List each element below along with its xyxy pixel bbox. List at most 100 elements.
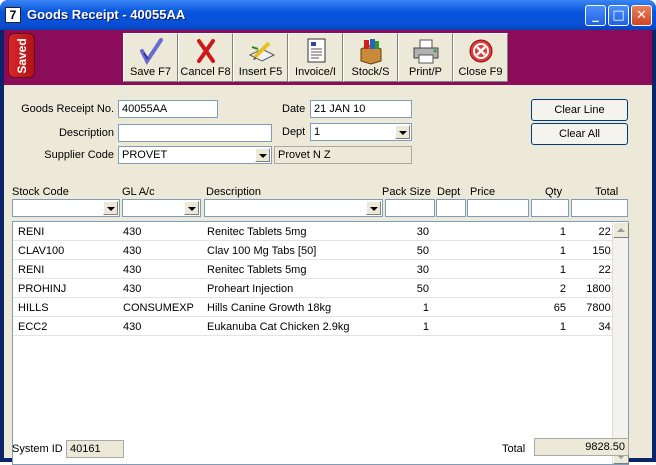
table-row[interactable]: CLAV100 430 Clav 100 Mg Tabs [50] 50 1 1… xyxy=(13,241,626,260)
print-button[interactable]: Print/P xyxy=(398,33,453,82)
col-gl: GL A/c xyxy=(122,186,155,198)
dept-label: Dept xyxy=(282,126,306,138)
scroll-up-icon[interactable] xyxy=(613,222,629,238)
window-title: Goods Receipt - 40055AA xyxy=(27,7,186,22)
filter-price[interactable] xyxy=(467,199,529,217)
filter-dept[interactable] xyxy=(436,199,466,217)
cell-gl: 430 xyxy=(123,283,142,295)
table-row[interactable]: RENI 430 Renitec Tablets 5mg 30 1 22.20 xyxy=(13,222,626,241)
filter-description[interactable] xyxy=(204,199,383,217)
chevron-down-icon[interactable] xyxy=(255,148,270,162)
col-stock-code: Stock Code xyxy=(12,186,69,198)
toolbar: Saved Save F7 Cancel F8 Insert F5 Invoic… xyxy=(4,30,652,85)
col-qty: Qty xyxy=(545,186,563,198)
system-id-label: System ID xyxy=(12,443,63,455)
title-bar[interactable]: 7 Goods Receipt - 40055AA _ □ ✕ xyxy=(0,0,656,30)
cancel-button[interactable]: Cancel F8 xyxy=(178,33,233,82)
date-label: Date xyxy=(282,103,306,115)
cell-gl: 430 xyxy=(123,245,142,257)
cell-description: Proheart Injection xyxy=(207,283,294,295)
description-field[interactable] xyxy=(118,124,272,142)
cell-qty: 1 xyxy=(559,245,566,257)
cell-qty: 1 xyxy=(559,321,566,333)
clear-all-button[interactable]: Clear All xyxy=(531,123,628,145)
cancel-button-label: Cancel F8 xyxy=(180,66,231,78)
chevron-down-icon[interactable] xyxy=(103,201,118,215)
invoice-button[interactable]: Invoice/I xyxy=(288,33,343,82)
chevron-down-icon[interactable] xyxy=(366,201,381,215)
table-row[interactable]: PROHINJ 430 Proheart Injection 50 2 1800… xyxy=(13,279,626,298)
cell-description: Clav 100 Mg Tabs [50] xyxy=(207,245,317,257)
stock-button-label: Stock/S xyxy=(351,66,390,78)
close-window-button[interactable]: ✕ xyxy=(631,5,652,26)
filter-pack-size[interactable] xyxy=(385,199,435,217)
stock-button[interactable]: Stock/S xyxy=(343,33,398,82)
chevron-down-icon[interactable] xyxy=(184,201,199,215)
checkmark-pen-icon xyxy=(139,38,163,65)
table-row[interactable]: HILLS CONSUMEXP Hills Canine Growth 18kg… xyxy=(13,298,626,317)
supplier-name-field: Provet N Z xyxy=(274,146,412,164)
close-button[interactable]: Close F9 xyxy=(453,33,508,82)
cell-pack-size: 1 xyxy=(422,321,429,333)
line-items-grid[interactable]: RENI 430 Renitec Tablets 5mg 30 1 22.20 … xyxy=(12,221,629,465)
col-pack-size: Pack Size xyxy=(382,186,431,198)
supplier-code-select[interactable]: PROVET xyxy=(118,146,272,164)
vertical-scrollbar[interactable] xyxy=(612,222,629,464)
dept-value: 1 xyxy=(314,126,321,138)
close-button-label: Close F9 xyxy=(458,66,503,78)
col-description: Description xyxy=(206,186,262,198)
save-button[interactable]: Save F7 xyxy=(123,33,178,82)
cell-pack-size: 30 xyxy=(416,264,429,276)
chevron-down-icon[interactable] xyxy=(395,125,410,139)
cell-qty: 1 xyxy=(559,226,566,238)
cell-description: Eukanuba Cat Chicken 2.9kg xyxy=(207,321,350,333)
save-button-label: Save F7 xyxy=(130,66,171,78)
clear-line-button[interactable]: Clear Line xyxy=(531,99,628,121)
cell-pack-size: 30 xyxy=(416,226,429,238)
filter-qty[interactable] xyxy=(531,199,569,217)
insert-pencil-icon xyxy=(248,41,275,62)
client-area: Saved Save F7 Cancel F8 Insert F5 Invoic… xyxy=(4,30,652,465)
cell-stock-code: RENI xyxy=(18,226,45,238)
description-label: Description xyxy=(58,127,114,139)
filter-stock-code[interactable] xyxy=(12,199,120,217)
app-icon: 7 xyxy=(5,7,21,23)
col-price: Price xyxy=(470,186,496,198)
cell-qty: 2 xyxy=(559,283,566,295)
maximize-button[interactable]: □ xyxy=(608,5,629,26)
insert-button-label: Insert F5 xyxy=(238,66,283,78)
cell-stock-code: RENI xyxy=(18,264,45,276)
supplier-code-value: PROVET xyxy=(122,149,168,161)
date-field[interactable]: 21 JAN 10 xyxy=(310,100,412,118)
print-button-label: Print/P xyxy=(408,66,442,78)
filter-total[interactable] xyxy=(571,199,628,217)
cell-gl: 430 xyxy=(123,226,142,238)
maximize-icon: □ xyxy=(612,8,625,23)
table-row[interactable]: ECC2 430 Eukanuba Cat Chicken 2.9kg 1 1 … xyxy=(13,317,626,336)
saved-status-badge: Saved xyxy=(8,33,35,78)
minimize-button[interactable]: _ xyxy=(585,5,606,26)
goods-receipt-window: 7 Goods Receipt - 40055AA _ □ ✕ Saved Sa… xyxy=(0,0,656,465)
cell-gl: 430 xyxy=(123,264,142,276)
receipt-no-label: Goods Receipt No. xyxy=(21,103,114,115)
stock-box-icon xyxy=(360,39,381,65)
cell-qty: 65 xyxy=(553,302,566,314)
cell-stock-code: PROHINJ xyxy=(18,283,67,295)
cell-pack-size: 50 xyxy=(416,245,429,257)
close-icon: ✕ xyxy=(636,8,647,23)
system-id-field: 40161 xyxy=(66,440,124,458)
close-circle-icon xyxy=(469,39,492,63)
cell-description: Renitec Tablets 5mg xyxy=(207,226,307,238)
invoice-document-icon xyxy=(307,38,325,63)
insert-button[interactable]: Insert F5 xyxy=(233,33,288,82)
minimize-icon: _ xyxy=(592,8,599,23)
cell-description: Renitec Tablets 5mg xyxy=(207,264,307,276)
receipt-no-field[interactable]: 40055AA xyxy=(118,100,218,118)
cell-pack-size: 50 xyxy=(416,283,429,295)
dept-select[interactable]: 1 xyxy=(310,123,412,141)
filter-gl[interactable] xyxy=(122,199,201,217)
table-row[interactable]: RENI 430 Renitec Tablets 5mg 30 1 22.20 xyxy=(13,260,626,279)
cell-description: Hills Canine Growth 18kg xyxy=(207,302,332,314)
cell-qty: 1 xyxy=(559,264,566,276)
red-x-icon xyxy=(196,39,215,63)
